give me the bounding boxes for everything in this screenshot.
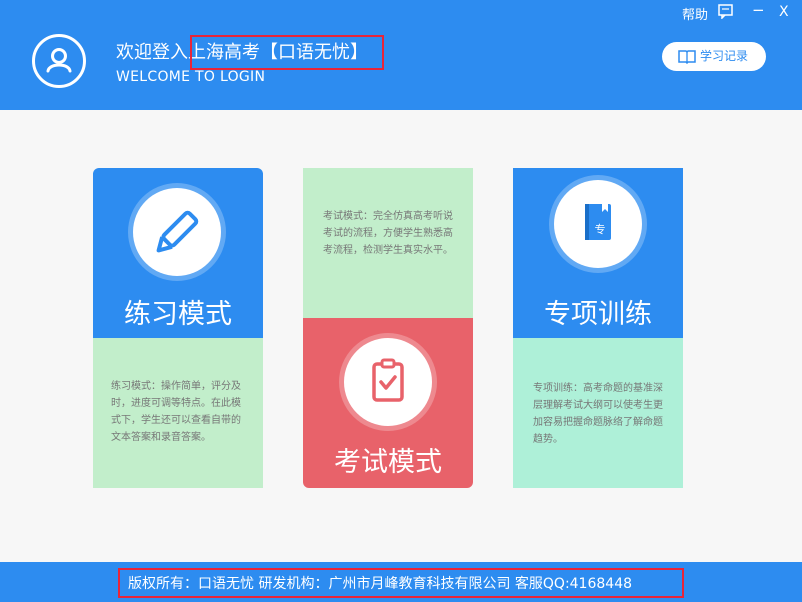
special-training-title: 专项训练 xyxy=(544,299,652,330)
practice-mode-title: 练习模式 xyxy=(124,299,232,330)
exam-mode-description: 考试模式：完全仿真高考听说考试的流程，方便学生熟悉高考流程，检测学生真实水平。 xyxy=(323,211,453,256)
footer-highlight-box xyxy=(118,568,684,598)
help-link[interactable]: 帮助 xyxy=(682,4,708,23)
special-training-card[interactable]: 专 专项训练 专项训练：高考命题的基准深层理解考试大纲可以使考生更加容易把握命题… xyxy=(513,168,683,488)
exam-mode-card[interactable]: 考试模式：完全仿真高考听说考试的流程，方便学生熟悉高考流程，检测学生真实水平。 … xyxy=(303,168,473,488)
study-records-label: 学习记录 xyxy=(700,49,749,63)
special-training-description: 专项训练：高考命题的基准深层理解考试大纲可以使考生更加容易把握命题脉络了解命题趋… xyxy=(533,383,663,445)
book-char: 专 xyxy=(594,223,606,236)
practice-mode-description: 练习模式：操作简单，评分及时，进度可调等特点。在此模式下，学生还可以查看自带的文… xyxy=(111,381,241,443)
book-special-icon: 专 xyxy=(554,180,642,268)
book-icon xyxy=(678,50,696,64)
exam-mode-title: 考试模式 xyxy=(334,447,442,478)
study-records-button[interactable]: 学习记录 xyxy=(662,42,766,71)
practice-mode-card[interactable]: 练习模式 练习模式：操作简单，评分及时，进度可调等特点。在此模式下，学生还可以查… xyxy=(93,168,263,488)
user-avatar-icon[interactable] xyxy=(32,34,86,88)
minimize-button[interactable]: − xyxy=(752,1,765,19)
header-bar: 欢迎登入上海高考【口语无忧】 WELCOME TO LOGIN 帮助 − X 学… xyxy=(0,0,802,110)
clipboard-check-icon xyxy=(344,338,432,426)
pencil-icon xyxy=(133,188,221,276)
title-highlight-box xyxy=(190,35,384,70)
close-button[interactable]: X xyxy=(779,4,789,20)
feedback-icon[interactable] xyxy=(718,4,734,23)
page-subtitle: WELCOME TO LOGIN xyxy=(116,69,266,85)
